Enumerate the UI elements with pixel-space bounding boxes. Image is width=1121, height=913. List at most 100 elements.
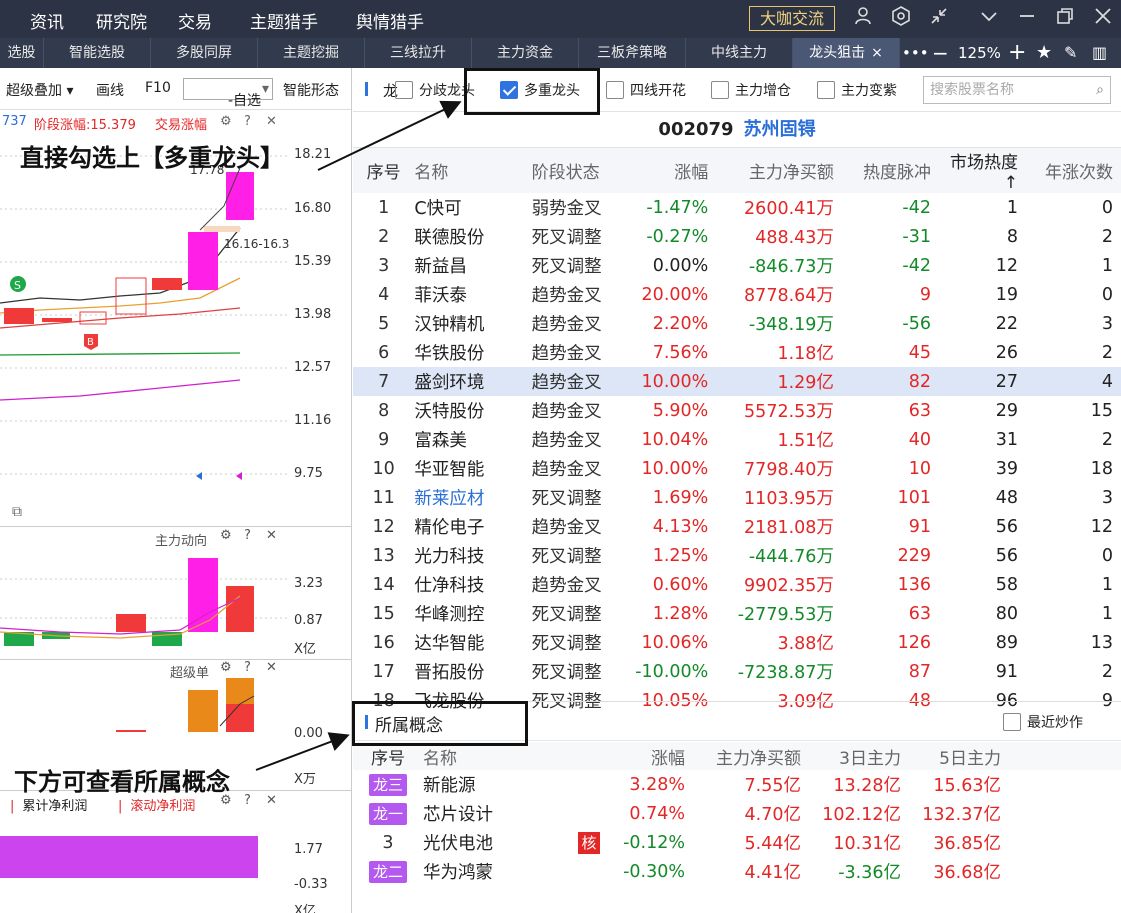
chevron-down-icon[interactable] [976,6,1002,32]
layout-icon[interactable]: ▥ [1092,38,1107,68]
expert-chat-button[interactable]: 大咖交流 [749,6,835,31]
settings-icon[interactable]: ⚙ [220,528,232,543]
table-row[interactable]: 10 华亚智能 趋势金叉 10.00% 7798.40万 10 39 18 [353,454,1121,483]
table-row[interactable]: 12 精伦电子 趋势金叉 4.13% 2181.08万 91 56 12 [353,512,1121,541]
checkbox[interactable] [1003,713,1021,731]
col-index[interactable]: 序号 [353,148,415,193]
tab-mid-term-main[interactable]: 中线主力 [686,38,793,68]
table-row[interactable]: 13 光力科技 死叉调整 1.25% -444.76万 229 56 0 [353,541,1121,570]
smart-pattern-button[interactable]: 智能形态 [283,80,339,100]
more-icon[interactable]: ••• [902,38,929,68]
menu-research[interactable]: 研究院 [96,8,147,33]
filter-main-increase[interactable]: 主力增仓 [711,80,791,100]
help-icon[interactable]: ? [244,660,251,675]
tab-stock-select[interactable]: 选股 [0,38,44,68]
tab-theme-mining[interactable]: 主题挖掘 [258,38,365,68]
zoom-in-icon[interactable]: + [1008,38,1026,68]
close-icon[interactable]: ✕ [266,660,277,675]
table-row[interactable]: 8 沃特股份 趋势金叉 5.90% 5572.53万 63 29 15 [353,396,1121,425]
checkbox[interactable] [606,81,624,99]
tab-leader-snipe[interactable]: 龙头狙击 × [793,38,900,68]
tab-smart-select[interactable]: 智能选股 [44,38,151,68]
col-change[interactable]: 涨幅 [635,148,717,193]
concept-row[interactable]: 龙二 华为鸿蒙 -0.30% 4.41亿 -3.36亿 36.68亿 [353,857,1121,886]
recent-hype-label: 最近炒作 [1027,715,1083,731]
stock-search-input[interactable]: 搜索股票名称 ⌕ [923,76,1111,104]
filter-main-purple[interactable]: 主力变紫 [817,80,897,100]
copy-icon[interactable]: ⧉ [12,504,22,520]
menu-trade[interactable]: 交易 [178,8,212,33]
row-name: 菲沃泰 [414,286,467,306]
settings-icon[interactable]: ⚙ [220,114,232,129]
concept-row[interactable]: 3 光伏电池 核 -0.12% 5.44亿 10.31亿 36.85亿 [353,828,1121,857]
table-row[interactable]: 3 新益昌 死叉调整 0.00% -846.73万 -42 12 1 [353,251,1121,280]
col-stage[interactable]: 阶段状态 [531,148,636,193]
table-row[interactable]: 5 汉钟精机 趋势金叉 2.20% -348.19万 -56 22 3 [353,309,1121,338]
f10-button[interactable]: F10 [145,80,171,96]
search-icon[interactable]: ⌕ [1096,77,1104,103]
menu-theme-hunter[interactable]: 主题猎手 [250,8,318,33]
checkbox[interactable] [711,81,729,99]
col-concept-net[interactable]: 主力净买额 [693,742,809,770]
col-concept-name[interactable]: 名称 [423,742,563,770]
cumulative-profit-label: | 累计净利润 [10,799,88,814]
tab-three-axe[interactable]: 三板斧策略 [579,38,686,68]
tab-multi-screen[interactable]: 多股同屏 [151,38,258,68]
checkbox[interactable] [395,81,413,99]
filter-four-line[interactable]: 四线开花 [606,80,686,100]
row-name: C快可 [414,199,462,219]
tab-close-icon[interactable]: × [871,45,883,61]
table-row[interactable]: 6 华铁股份 趋势金叉 7.56% 1.18亿 45 26 2 [353,338,1121,367]
help-icon[interactable]: ? [244,793,251,808]
self-select-dropdown[interactable]: -自选 ▾ [183,78,273,109]
col-annual-limits[interactable]: 年涨次数 [1026,148,1121,193]
tab-three-line-rise[interactable]: 三线拉升 [365,38,472,68]
table-row[interactable]: 16 达华智能 死叉调整 10.06% 3.88亿 126 89 13 [353,628,1121,657]
concept-row[interactable]: 龙一 芯片设计 0.74% 4.70亿 102.12亿 132.37亿 [353,799,1121,828]
help-icon[interactable]: ? [244,114,251,129]
close-icon[interactable]: ✕ [266,793,277,808]
settings-icon[interactable]: ⚙ [220,660,232,675]
minimize-icon[interactable] [1014,6,1040,32]
menu-sentiment-hunter[interactable]: 舆情猎手 [356,8,424,33]
shrink-icon[interactable] [926,6,952,32]
table-row[interactable]: 17 晋拓股份 死叉调整 -10.00% -7238.87万 87 91 2 [353,657,1121,686]
concept-row[interactable]: 龙三 新能源 3.28% 7.55亿 13.28亿 15.63亿 [353,770,1121,799]
table-row[interactable]: 7 盛剑环境 趋势金叉 10.00% 1.29亿 82 27 4 [353,367,1121,396]
help-icon[interactable]: ? [244,528,251,543]
close-icon[interactable]: ✕ [266,114,277,129]
col-concept-index[interactable]: 序号 [353,742,423,770]
overlay-dropdown[interactable]: 超级叠加 ▾ [6,80,73,100]
close-icon[interactable] [1090,6,1116,32]
table-row[interactable]: 4 菲沃泰 趋势金叉 20.00% 8778.64万 9 19 0 [353,280,1121,309]
user-icon[interactable] [850,6,876,32]
restore-icon[interactable] [1052,6,1078,32]
stock-name[interactable]: 苏州固锝 [744,119,816,140]
zoom-out-icon[interactable]: − [932,38,949,68]
col-concept-change[interactable]: 涨幅 [623,742,693,770]
table-row[interactable]: 9 富森美 趋势金叉 10.04% 1.51亿 40 31 2 [353,425,1121,454]
pen-icon[interactable]: ✎ [1064,38,1077,68]
row-stage: 死叉调整 [531,257,602,277]
table-row[interactable]: 15 华峰测控 死叉调整 1.28% -2779.53万 63 80 1 [353,599,1121,628]
checkbox[interactable] [817,81,835,99]
col-concept-5d[interactable]: 5日主力 [909,742,1009,770]
table-row[interactable]: 11 新莱应材 死叉调整 1.69% 1103.95万 101 48 3 [353,483,1121,512]
draw-line-button[interactable]: 画线 [96,80,124,100]
col-net-buy[interactable]: 主力净买额 [716,148,842,193]
close-icon[interactable]: ✕ [266,528,277,543]
table-row[interactable]: 1 C快可 弱势金叉 -1.47% 2600.41万 -42 1 0 [353,193,1121,222]
star-icon[interactable]: ★ [1036,38,1052,68]
recent-hype-checkbox[interactable]: 最近炒作 [1003,712,1083,732]
table-row[interactable]: 14 仕净科技 趋势金叉 0.60% 9902.35万 136 58 1 [353,570,1121,599]
menu-news[interactable]: 资讯 [30,8,64,33]
filter-divergent-leader[interactable]: 分歧龙头 [395,80,475,100]
hexagon-icon[interactable] [888,6,914,32]
col-concept-3d[interactable]: 3日主力 [809,742,909,770]
row-net-buy: 1.29亿 [716,367,842,396]
table-row[interactable]: 2 联德股份 死叉调整 -0.27% 488.43万 -31 8 2 [353,222,1121,251]
col-heat-pulse[interactable]: 热度脉冲 [841,148,939,193]
col-market-heat[interactable]: 市场热度↑ [938,148,1027,193]
col-name[interactable]: 名称 [414,148,532,193]
tab-main-funds[interactable]: 主力资金 [472,38,579,68]
